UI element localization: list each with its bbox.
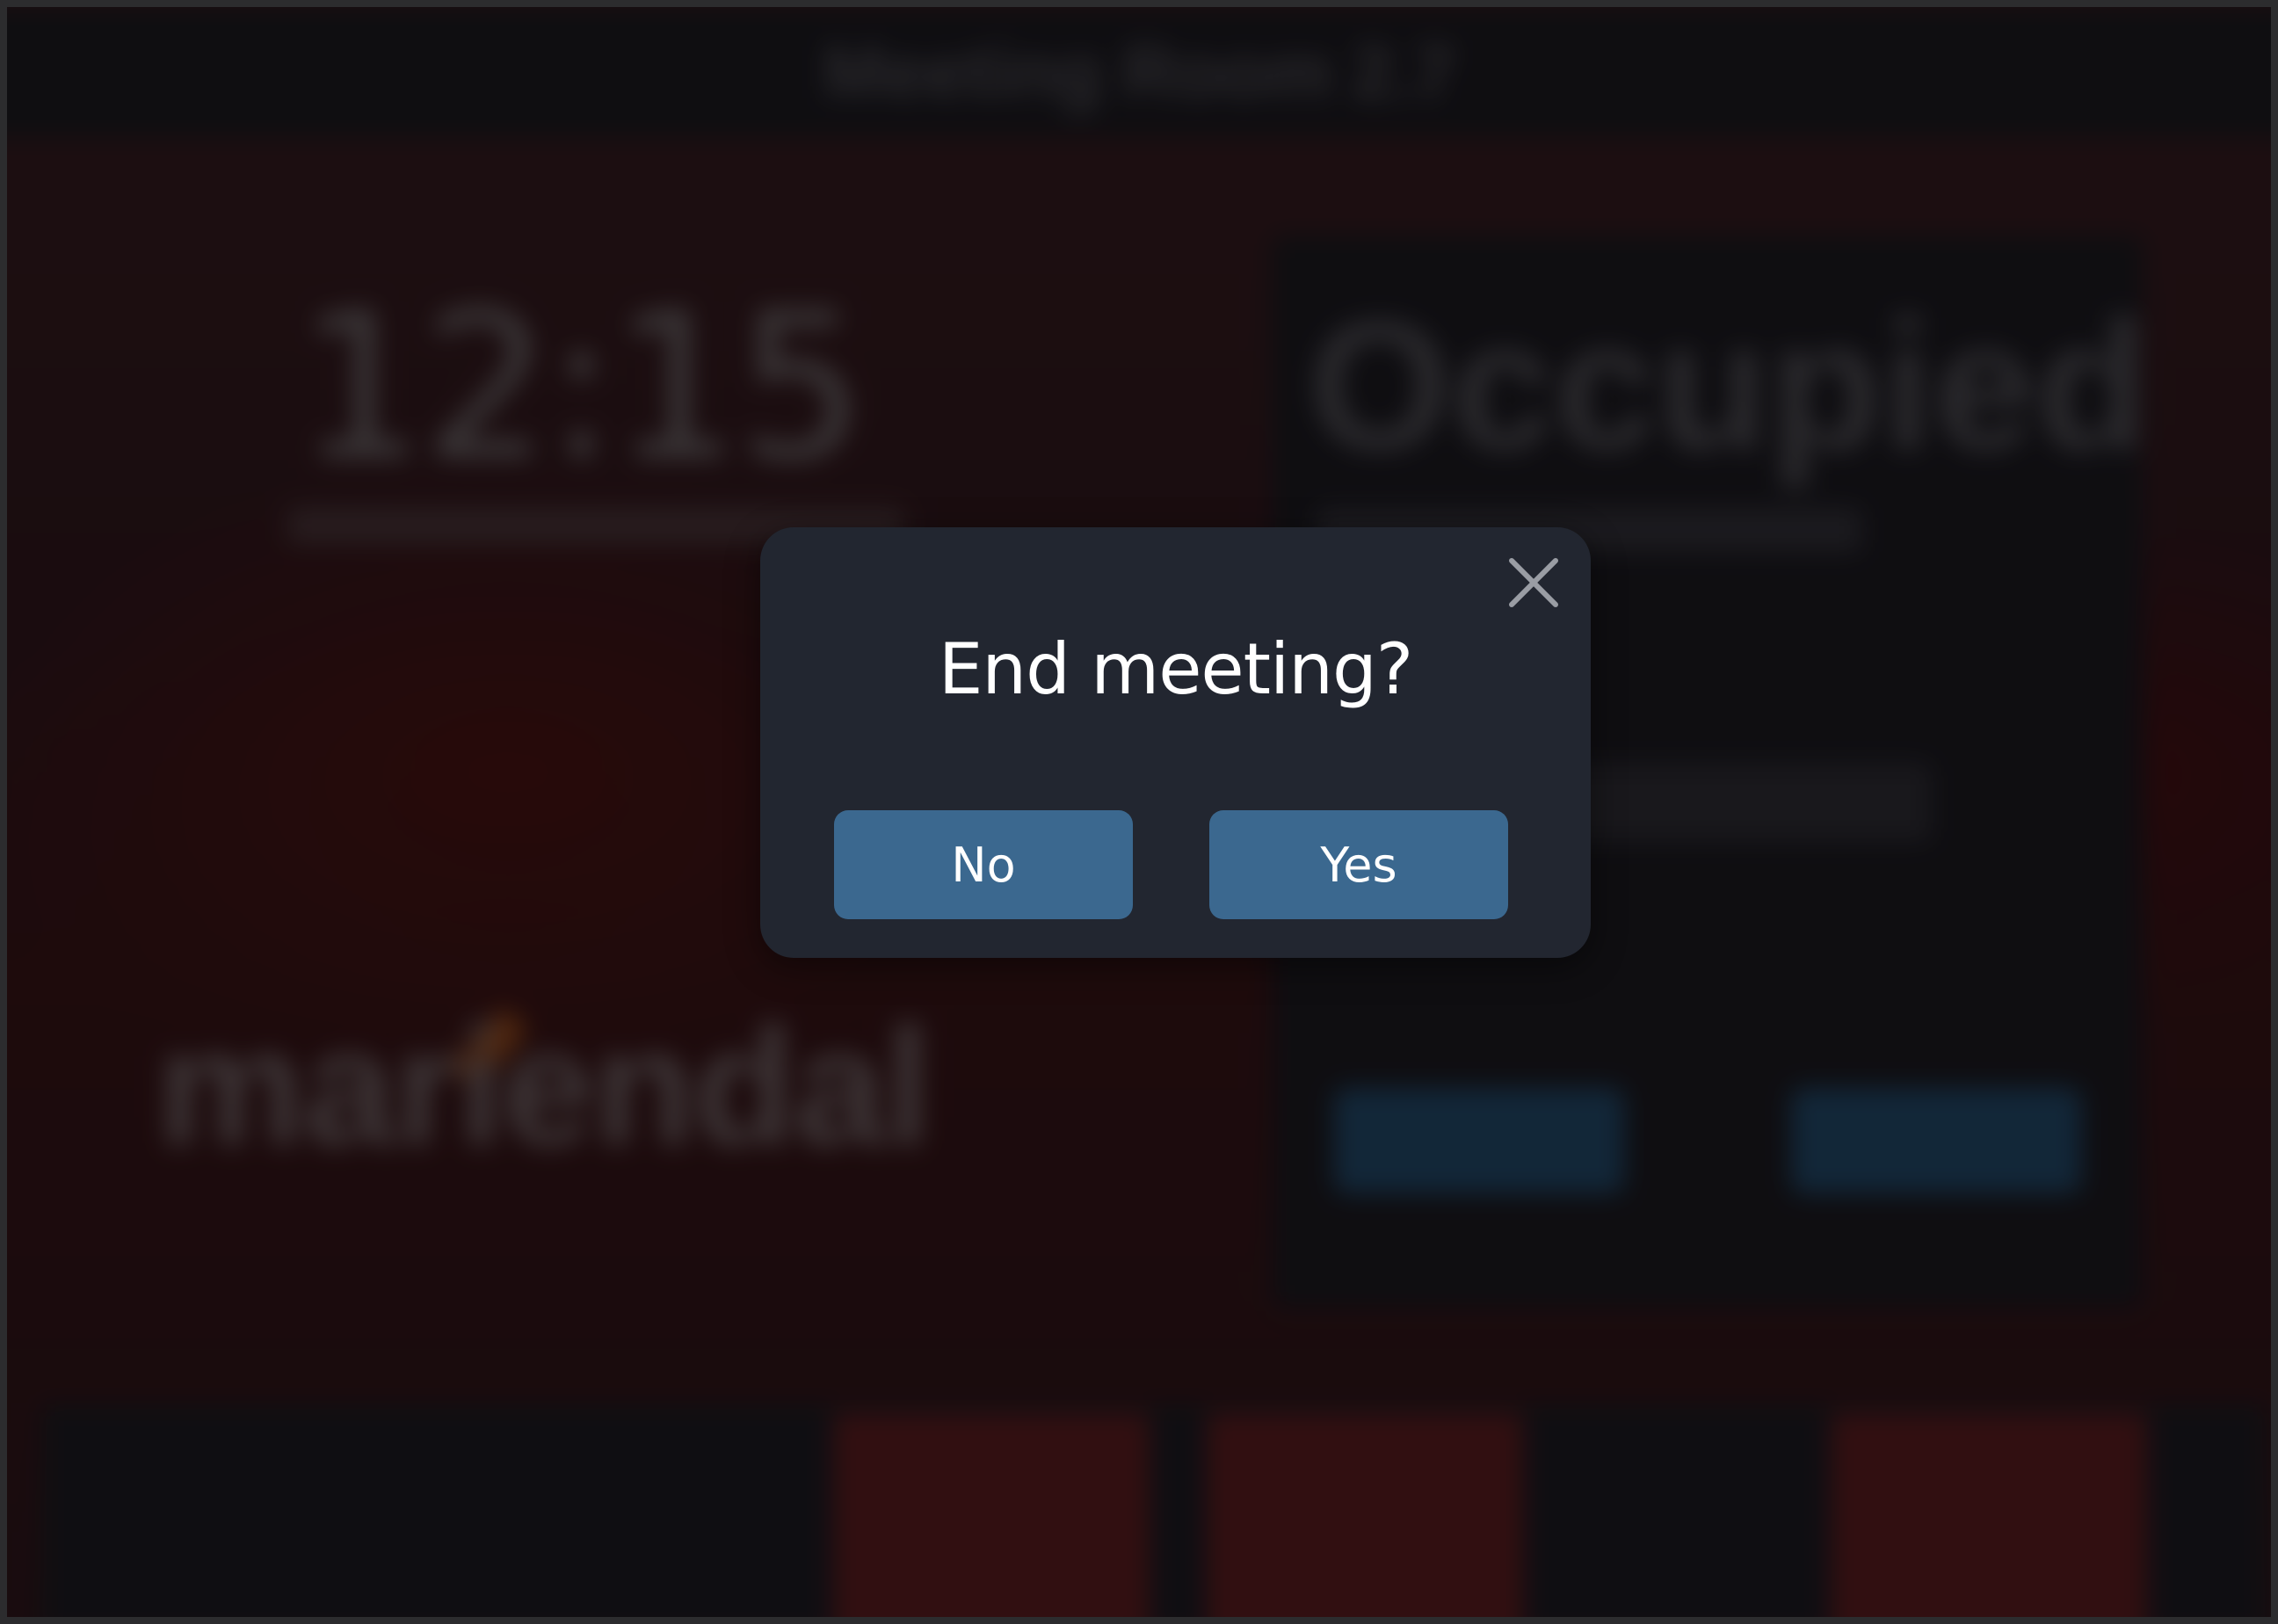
close-button[interactable]	[1503, 552, 1564, 613]
screen-frame: Meeting Room 2.7 12:15 mariendal Occupie…	[7, 7, 2271, 1617]
close-icon	[1509, 558, 1558, 607]
no-button[interactable]: No	[834, 810, 1133, 919]
end-meeting-dialog: End meeting? No Yes	[760, 527, 1591, 958]
yes-button[interactable]: Yes	[1209, 810, 1508, 919]
dialog-title: End meeting?	[938, 628, 1413, 710]
